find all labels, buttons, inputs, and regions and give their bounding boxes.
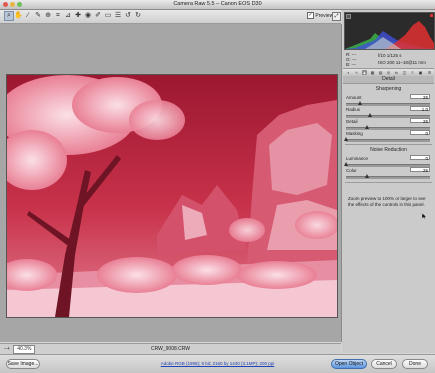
section-divider	[345, 182, 432, 183]
color-sampler-tool-icon[interactable]: ✎	[34, 12, 42, 20]
detail-value-field[interactable]: 25	[410, 118, 430, 124]
detail-slider-thumb[interactable]	[365, 125, 369, 129]
graduated-filter-tool-icon[interactable]: ▭	[104, 12, 112, 20]
masking-value-field[interactable]: 0	[410, 130, 430, 136]
full-screen-icon[interactable]: ⤢	[332, 12, 341, 21]
presets-tab-icon[interactable]: ≡	[410, 70, 415, 75]
camera-calibration-tab-icon[interactable]: ◫	[402, 70, 407, 75]
radius-slider-thumb[interactable]	[367, 113, 372, 117]
preview-toggle[interactable]: ✓ Preview	[307, 12, 333, 20]
cancel-button[interactable]: Cancel	[371, 359, 397, 369]
effects-tab-icon[interactable]: fx	[394, 70, 399, 75]
b-readout: B: ---	[346, 62, 357, 67]
amount-value-field[interactable]: 25	[410, 94, 430, 100]
adjustments-panel: R: --- G: --- B: --- f/10 1/125 s ISO 20…	[342, 10, 435, 353]
masking-slider-thumb[interactable]	[344, 137, 348, 141]
sharpening-heading: Sharpening	[375, 86, 402, 92]
luminance-label: Luminance	[346, 156, 369, 161]
detail-tab-icon[interactable]: ▲	[362, 70, 367, 75]
panel-menu-icon[interactable]: ☰	[427, 70, 432, 75]
camera-info: R: --- G: --- B: --- f/10 1/125 s ISO 20…	[344, 50, 433, 68]
tool-bar: ⌕ ✋ ∕ ✎ ⊕ ⌗ ⊿ ✚ ◉ ✐ ▭ ☰ ↺ ↻ ✓ Preview ⤢	[0, 10, 341, 24]
amount-slider-thumb[interactable]	[358, 101, 363, 105]
exposure-info: f/10 1/125 s	[378, 53, 402, 58]
luminance-value-field[interactable]: 0	[410, 155, 430, 161]
masking-label: Masking	[346, 131, 363, 136]
straighten-tool-icon[interactable]: ⊿	[64, 12, 72, 20]
color-slider[interactable]	[346, 174, 430, 179]
noise-reduction-heading: Noise Reduction	[370, 147, 407, 153]
highlight-clipping-icon[interactable]	[430, 14, 433, 17]
done-button[interactable]: Done	[402, 359, 428, 369]
shadow-clipping-icon[interactable]	[346, 14, 351, 19]
preferences-tool-icon[interactable]: ☰	[114, 12, 122, 20]
color-value-field[interactable]: 25	[410, 167, 430, 173]
masking-slider[interactable]	[344, 137, 430, 142]
panel-title: Detail	[343, 76, 434, 84]
basic-tab-icon[interactable]: ◐	[346, 70, 351, 75]
split-toning-tab-icon[interactable]: ▤	[378, 70, 383, 75]
adjustment-brush-tool-icon[interactable]: ✐	[94, 12, 102, 20]
radius-value-field[interactable]: 1.0	[410, 106, 430, 112]
file-name: CRW_9008.CRW	[151, 346, 190, 352]
histogram-graph	[345, 21, 434, 49]
status-bar: −+ 40.3% CRW_9008.CRW	[0, 343, 341, 354]
amount-label: Amount	[346, 95, 362, 100]
preview-label: Preview	[315, 13, 334, 19]
luminance-slider-thumb[interactable]	[344, 162, 348, 166]
preview-checkbox[interactable]: ✓	[307, 12, 314, 20]
lens-corrections-tab-icon[interactable]: ◎	[386, 70, 391, 75]
window-title: Camera Raw 5.5 – Canon EOS D30	[173, 1, 262, 7]
color-slider-thumb[interactable]	[365, 174, 369, 178]
crop-tool-icon[interactable]: ⌗	[54, 12, 62, 20]
rotate-right-icon[interactable]: ↻	[134, 12, 142, 20]
tone-curve-tab-icon[interactable]: ∿	[354, 70, 359, 75]
workflow-options-link[interactable]: Adobe RGB (1998); 8 bit; 2160 by 1440 (3…	[0, 361, 435, 367]
zoom-tool-icon[interactable]: ⌕	[4, 11, 14, 21]
zoom-preview-note: Zoom preview to 100% or larger to see th…	[348, 196, 426, 207]
open-object-button[interactable]: Open Object	[331, 359, 367, 369]
detail-label: Detail	[346, 119, 358, 124]
window-titlebar: Camera Raw 5.5 – Canon EOS D30	[0, 0, 435, 10]
histogram	[344, 12, 435, 50]
target-adjustment-tool-icon[interactable]: ⊕	[44, 12, 52, 20]
infrared-landscape-image	[7, 75, 337, 317]
radius-label: Radius	[346, 107, 361, 112]
section-divider	[345, 144, 432, 145]
hsl-tab-icon[interactable]: ▦	[370, 70, 375, 75]
mouse-cursor-icon	[422, 213, 428, 219]
red-eye-tool-icon[interactable]: ◉	[84, 12, 92, 20]
snapshots-tab-icon[interactable]: ▣	[418, 70, 423, 75]
bottom-bar: Save Image... Adobe RGB (1998); 8 bit; 2…	[0, 354, 435, 373]
white-balance-tool-icon[interactable]: ∕	[24, 12, 32, 20]
hand-tool-icon[interactable]: ✋	[14, 12, 23, 20]
preview-canvas[interactable]	[0, 24, 342, 342]
color-label: Color	[346, 168, 357, 173]
spot-removal-tool-icon[interactable]: ✚	[74, 12, 82, 20]
rotate-left-icon[interactable]: ↺	[124, 12, 132, 20]
iso-lens-info: ISO 200 11–18@11 mm	[378, 60, 426, 65]
raw-photo-preview	[6, 74, 338, 318]
